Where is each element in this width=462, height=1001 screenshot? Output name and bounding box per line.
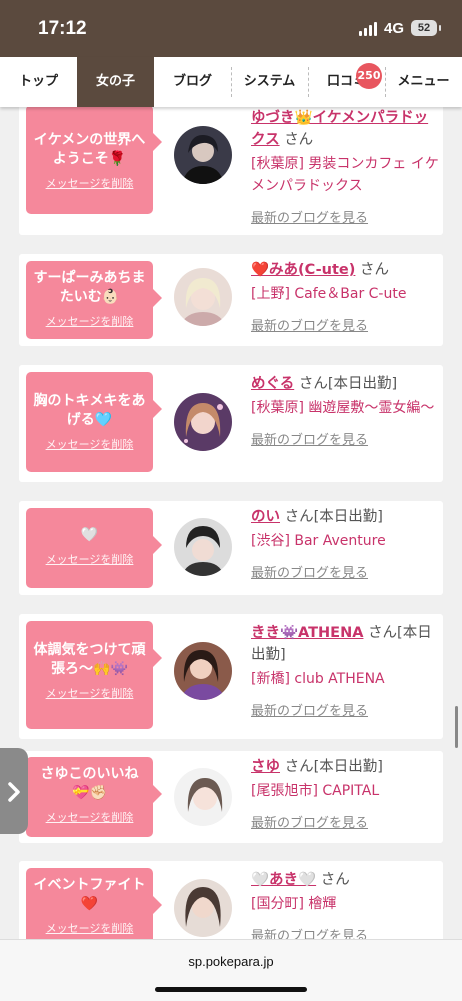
delete-message-link[interactable]: メッセージを削除 [26, 920, 153, 936]
girl-info: きき👾ATHENA さん[本日出勤] [新橋] club ATHENA 最新のブ… [251, 622, 441, 719]
tab-system[interactable]: システム [231, 57, 308, 107]
message-text: 胸のトキメキをあげる🩵 [33, 393, 146, 428]
girl-card: 体調気をつけて頑張ろ～🙌👾 メッセージを削除 きき👾ATHENA さん[本日出勤… [19, 614, 443, 739]
avatar[interactable] [174, 879, 232, 937]
tab-top[interactable]: トップ [0, 57, 77, 107]
name-suffix: さん[本日出勤] [284, 759, 383, 775]
scrollbar[interactable] [455, 706, 458, 748]
url-text[interactable]: sp.pokepara.jp [0, 954, 462, 969]
message-text: 🤍 [80, 527, 99, 543]
girl-info: ゆづき👑イケメンパラドックス さん [秋葉原] 男装コンカフェ イケメンパラドッ… [251, 107, 441, 226]
girl-name-link[interactable]: さゆ [251, 759, 280, 775]
delete-message-link[interactable]: メッセージを削除 [26, 313, 153, 329]
shop-label[interactable]: [尾張旭市] CAPITAL [251, 780, 441, 802]
shop-label[interactable]: [国分町] 檜輝 [251, 893, 441, 915]
girl-card: すーぱーみあちまたいむ👶🏻 メッセージを削除 ❤️みあ(C-ute) さん [上… [19, 254, 443, 346]
girl-card: 🤍 メッセージを削除 のい さん[本日出勤] [渋谷] Bar Aventure… [19, 501, 443, 595]
latest-blog-link[interactable]: 最新のブログを見る [251, 315, 441, 334]
name-line: さゆ さん[本日出勤] [251, 756, 441, 778]
message-bubble: すーぱーみあちまたいむ👶🏻 メッセージを削除 [26, 261, 162, 339]
name-suffix: さん [360, 262, 389, 278]
avatar[interactable] [174, 642, 232, 700]
girl-info: さゆ さん[本日出勤] [尾張旭市] CAPITAL 最新のブログを見る [251, 756, 441, 831]
review-count-badge: 250 [356, 63, 382, 89]
tab-blog[interactable]: ブログ [154, 57, 231, 107]
tab-girls[interactable]: 女の子 [77, 57, 154, 107]
latest-blog-link[interactable]: 最新のブログを見る [251, 925, 441, 939]
network-label: 4G [384, 20, 405, 37]
shop-label[interactable]: [新橋] club ATHENA [251, 668, 441, 690]
message-bubble: イベントファイト❤️ メッセージを削除 [26, 868, 162, 939]
status-time: 17:12 [38, 18, 87, 39]
nav-divider [231, 67, 232, 97]
message-bubble: 体調気をつけて頑張ろ～🙌👾 メッセージを削除 [26, 621, 162, 729]
message-bubble: イケメンの世界へようこそ🌹 メッセージを削除 [26, 107, 162, 214]
name-suffix: さん[本日出勤] [284, 509, 383, 525]
name-line: ゆづき👑イケメンパラドックス さん [251, 107, 441, 151]
avatar[interactable] [174, 126, 232, 184]
name-line: きき👾ATHENA さん[本日出勤] [251, 622, 441, 666]
message-text: さゆこのいいね💝✊🏻 [40, 766, 139, 801]
latest-blog-link[interactable]: 最新のブログを見る [251, 429, 441, 448]
name-line: 🤍あき🤍 さん [251, 869, 441, 891]
latest-blog-link[interactable]: 最新のブログを見る [251, 562, 441, 581]
status-bar: 17:12 4G 52 [0, 0, 462, 57]
message-bubble: 胸のトキメキをあげる🩵 メッセージを削除 [26, 372, 162, 472]
delete-message-link[interactable]: メッセージを削除 [26, 685, 153, 701]
latest-blog-link[interactable]: 最新のブログを見る [251, 700, 441, 719]
girl-card: イケメンの世界へようこそ🌹 メッセージを削除 ゆづき👑イケメンパラドックス さん… [19, 107, 443, 235]
favorites-feed: イケメンの世界へようこそ🌹 メッセージを削除 ゆづき👑イケメンパラドックス さん… [0, 107, 462, 939]
nav-divider [308, 67, 309, 97]
girl-name-link[interactable]: ゆづき👑イケメンパラドックス [251, 110, 428, 148]
avatar[interactable] [174, 393, 232, 451]
name-suffix: さん [320, 872, 350, 888]
name-suffix: さん[本日出勤] [298, 376, 398, 392]
delete-message-link[interactable]: メッセージを削除 [26, 809, 153, 825]
avatar[interactable] [174, 768, 232, 826]
message-text: イベントファイト❤️ [33, 877, 146, 912]
girl-name-link[interactable]: きき👾ATHENA [251, 625, 363, 641]
main-nav: トップ 女の子 ブログ システム 口コミ メニュー 250 [0, 57, 462, 107]
latest-blog-link[interactable]: 最新のブログを見る [251, 812, 441, 831]
shop-label[interactable]: [上野] Cafe＆Bar C-ute [251, 283, 441, 305]
battery-icon: 52 [411, 20, 441, 36]
delete-message-link[interactable]: メッセージを削除 [26, 175, 153, 191]
delete-message-link[interactable]: メッセージを削除 [26, 551, 153, 567]
girl-name-link[interactable]: ❤️みあ(C-ute) [251, 262, 355, 278]
tab-menu[interactable]: メニュー [385, 57, 462, 107]
girl-info: のい さん[本日出勤] [渋谷] Bar Aventure 最新のブログを見る [251, 506, 441, 581]
shop-label[interactable]: [渋谷] Bar Aventure [251, 530, 441, 552]
message-bubble: 🤍 メッセージを削除 [26, 508, 162, 588]
message-text: 体調気をつけて頑張ろ～🙌👾 [33, 642, 146, 677]
name-suffix: さん [284, 132, 314, 148]
girl-info: ❤️みあ(C-ute) さん [上野] Cafe＆Bar C-ute 最新のブロ… [251, 259, 441, 334]
delete-message-link[interactable]: メッセージを削除 [26, 436, 153, 452]
side-drawer-tab[interactable] [0, 748, 28, 834]
avatar[interactable] [174, 268, 232, 326]
latest-blog-link[interactable]: 最新のブログを見る [251, 207, 441, 226]
avatar[interactable] [174, 518, 232, 576]
nav-divider [385, 67, 386, 97]
girl-name-link[interactable]: めぐる [251, 376, 294, 392]
name-line: ❤️みあ(C-ute) さん [251, 259, 441, 281]
girl-info: 🤍あき🤍 さん [国分町] 檜輝 最新のブログを見る [251, 869, 441, 939]
message-text: イケメンの世界へようこそ🌹 [33, 132, 146, 167]
shop-label[interactable]: [秋葉原] 男装コンカフェ イケメンパラドックス [251, 153, 441, 197]
message-bubble: さゆこのいいね💝✊🏻 メッセージを削除 [26, 757, 162, 837]
girl-info: めぐる さん[本日出勤] [秋葉原] 幽遊屋敷～霊女編～ 最新のブログを見る [251, 373, 441, 448]
name-line: のい さん[本日出勤] [251, 506, 441, 528]
message-text: すーぱーみあちまたいむ👶🏻 [33, 270, 146, 305]
shop-label[interactable]: [秋葉原] 幽遊屋敷～霊女編～ [251, 397, 441, 419]
girl-card: 胸のトキメキをあげる🩵 メッセージを削除 めぐる さん[本日出勤] [秋葉原] … [19, 365, 443, 482]
girl-card: さゆこのいいね💝✊🏻 メッセージを削除 さゆ さん[本日出勤] [尾張旭市] C… [19, 751, 443, 843]
girl-name-link[interactable]: のい [251, 509, 280, 525]
signal-icon [359, 22, 379, 36]
girl-card: イベントファイト❤️ メッセージを削除 🤍あき🤍 さん [国分町] 檜輝 最新の… [19, 861, 443, 939]
home-indicator[interactable] [155, 987, 307, 992]
girl-name-link[interactable]: 🤍あき🤍 [251, 872, 316, 888]
browser-url-bar: sp.pokepara.jp [0, 939, 462, 1001]
chevron-right-icon [8, 782, 20, 802]
name-line: めぐる さん[本日出勤] [251, 373, 441, 395]
